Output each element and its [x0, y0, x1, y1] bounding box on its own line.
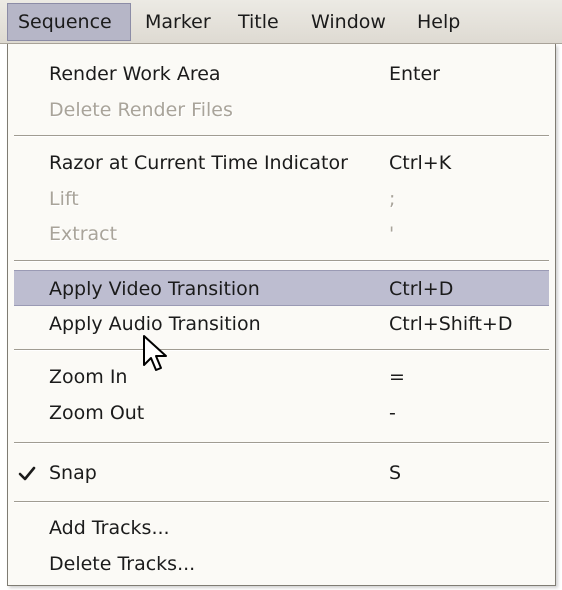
menu-item-label: Extract [49, 223, 118, 245]
menu-item-zoom-out[interactable]: Zoom Out - [14, 395, 549, 431]
menu-item-shortcut: Enter [389, 63, 440, 85]
menu-help[interactable]: Help [417, 3, 460, 41]
menu-item-shortcut: - [389, 402, 396, 424]
app-window: Sequence Marker Title Window Help Render… [0, 0, 562, 590]
menu-item-add-tracks[interactable]: Add Tracks... [14, 510, 549, 546]
menu-item-delete-tracks[interactable]: Delete Tracks... [14, 546, 549, 582]
menu-item-lift: Lift ; [14, 181, 549, 217]
menu-sequence[interactable]: Sequence [7, 3, 131, 41]
menu-item-shortcut: S [389, 462, 402, 484]
menu-item-zoom-in[interactable]: Zoom In = [14, 359, 549, 395]
mouse-pointer-icon [143, 335, 167, 371]
menu-separator [14, 135, 549, 137]
menu-item-label: Lift [49, 188, 79, 210]
menu-item-label: Render Work Area [49, 63, 221, 85]
menu-item-label: Razor at Current Time Indicator [49, 152, 348, 174]
menu-bar: Sequence Marker Title Window Help [0, 0, 562, 44]
menu-item-render-work-area[interactable]: Render Work Area Enter [14, 56, 549, 92]
menu-item-label: Add Tracks... [49, 517, 170, 539]
menu-item-label: Delete Tracks... [49, 553, 196, 575]
menu-item-label: Apply Video Transition [49, 278, 260, 300]
menu-separator [14, 349, 549, 351]
menu-item-shortcut: Ctrl+K [389, 152, 452, 174]
menu-separator [14, 260, 549, 262]
menu-title[interactable]: Title [238, 3, 279, 41]
menu-item-label: Zoom Out [49, 402, 145, 424]
menu-item-extract: Extract ' [14, 216, 549, 252]
menu-item-razor-at-cti[interactable]: Razor at Current Time Indicator Ctrl+K [14, 145, 549, 181]
menu-item-snap[interactable]: Snap S [14, 455, 549, 491]
menu-separator [14, 442, 549, 444]
menu-window[interactable]: Window [311, 3, 386, 41]
menu-item-shortcut: Ctrl+D [389, 278, 454, 300]
menu-item-delete-render-files: Delete Render Files [14, 92, 549, 128]
menu-item-apply-audio-transition[interactable]: Apply Audio Transition Ctrl+Shift+D [14, 306, 549, 342]
menu-item-label: Snap [49, 462, 97, 484]
menu-item-label: Delete Render Files [49, 99, 233, 121]
menu-marker[interactable]: Marker [145, 3, 211, 41]
menu-separator [14, 501, 549, 503]
menu-item-shortcut: ' [389, 223, 395, 245]
sequence-dropdown-menu: Render Work Area Enter Delete Render Fil… [7, 44, 556, 586]
menu-item-apply-video-transition[interactable]: Apply Video Transition Ctrl+D [14, 270, 549, 306]
check-icon [18, 466, 36, 481]
menu-item-shortcut: ; [389, 188, 396, 210]
menu-item-label: Zoom In [49, 366, 128, 388]
menu-item-shortcut: = [389, 366, 405, 388]
menu-item-shortcut: Ctrl+Shift+D [389, 313, 513, 335]
